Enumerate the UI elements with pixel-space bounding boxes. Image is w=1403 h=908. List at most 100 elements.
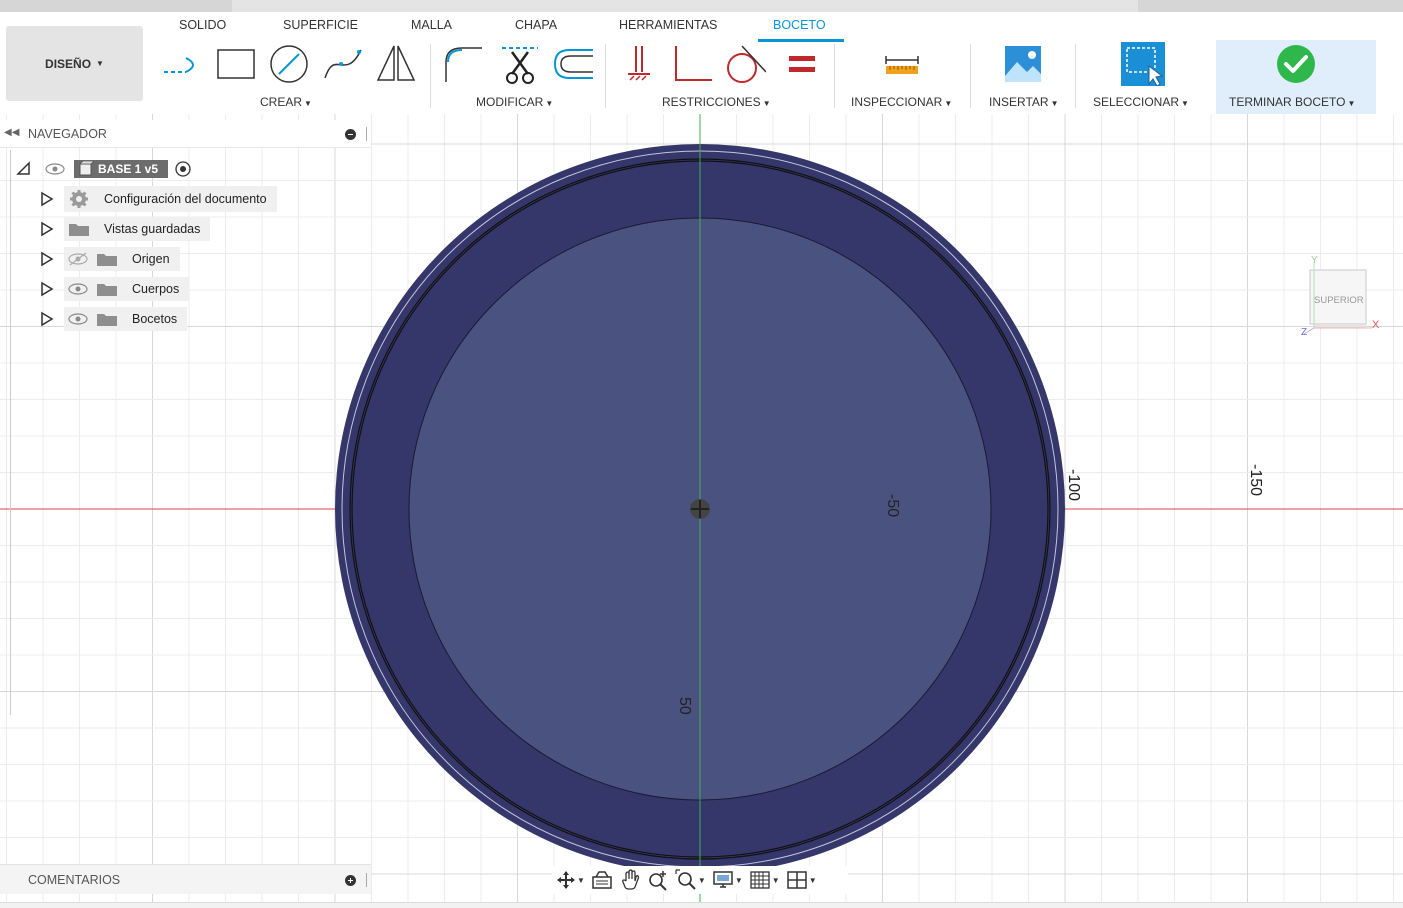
chevron-down-icon: ▼ [808, 875, 817, 885]
sketch-viewport[interactable]: -50 -100 -150 50 SUPERIOR Y X Z [0, 114, 1403, 904]
root-component-label[interactable]: BASE 1 v5 [74, 160, 169, 178]
rectangle-tool[interactable] [214, 42, 258, 86]
comments-panel: COMENTARIOS [0, 864, 371, 894]
mirror-tool[interactable] [374, 42, 418, 86]
trim-icon [502, 47, 538, 84]
pan-button[interactable] [619, 868, 641, 892]
crear-menu[interactable]: CREAR ▼ [260, 95, 312, 109]
eye-icon[interactable] [44, 161, 66, 177]
title-bar-right-controls[interactable] [1138, 0, 1403, 12]
orbit-button[interactable]: ▼ [556, 868, 585, 892]
root-component-name: BASE 1 v5 [98, 162, 159, 176]
trim-tool[interactable] [498, 42, 542, 86]
pan-icon [621, 869, 640, 890]
equal-icon [789, 56, 815, 72]
folder-icon [97, 284, 117, 296]
finish-check-icon [1277, 45, 1315, 83]
comments-title: COMENTARIOS [28, 873, 121, 887]
zoom-button[interactable] [647, 868, 669, 892]
tree-label-vistas[interactable]: Vistas guardadas [64, 217, 211, 241]
expand-triangle-icon[interactable] [40, 221, 54, 237]
insertar-menu[interactable]: INSERTAR ▼ [989, 95, 1059, 109]
select-tool[interactable] [1121, 42, 1165, 86]
panel-grip[interactable] [366, 873, 367, 887]
expand-triangle-icon[interactable] [40, 191, 54, 207]
fit-button[interactable]: ▼ [675, 868, 706, 892]
spline-icon [324, 49, 362, 79]
toolbar-divider [970, 44, 971, 108]
activate-radio-icon[interactable] [174, 160, 192, 178]
collapse-left-icon[interactable]: ◀◀ [4, 127, 19, 138]
panel-grip[interactable] [366, 127, 367, 141]
eye-hidden-icon[interactable] [66, 251, 90, 267]
restricciones-menu[interactable]: RESTRICCIONES ▼ [662, 95, 771, 109]
status-strip [0, 902, 1403, 908]
line-tool[interactable] [160, 42, 204, 86]
display-settings-icon [713, 871, 733, 888]
view-cube[interactable]: SUPERIOR Y X Z [1300, 254, 1390, 344]
fix-icon [628, 46, 650, 81]
title-bar-left-controls[interactable] [0, 0, 232, 12]
tree-item-origen[interactable]: Origen [40, 247, 180, 271]
navigator-collapse-button[interactable] [345, 129, 356, 140]
viewcube-axis-x: X [1372, 319, 1380, 331]
modificar-menu[interactable]: MODIFICAR ▼ [476, 95, 553, 109]
expand-triangle-icon[interactable] [40, 311, 54, 327]
insert-image-tool[interactable] [1001, 42, 1045, 86]
add-comment-button[interactable] [345, 875, 356, 886]
select-icon [1121, 42, 1165, 86]
tree-root-row[interactable]: BASE 1 v5 [16, 157, 192, 181]
insert-image-icon [1005, 46, 1041, 82]
sketch-canvas[interactable]: -50 -100 -150 50 [0, 114, 1403, 904]
tangent-constraint-tool[interactable] [722, 42, 766, 86]
axis-label-minus-150: -150 [1247, 464, 1264, 496]
seleccionar-menu[interactable]: SELECCIONAR ▼ [1093, 95, 1189, 109]
chevron-down-icon: ▼ [304, 99, 312, 108]
fix-constraint-tool[interactable] [618, 42, 662, 86]
fillet-tool[interactable] [442, 42, 486, 86]
grid-settings-button[interactable]: ▼ [749, 868, 780, 892]
design-workspace-dropdown[interactable]: DISEÑO ▼ [6, 26, 143, 101]
circle-icon [270, 45, 308, 83]
fit-icon [675, 869, 696, 890]
folder-icon [69, 224, 89, 236]
offset-icon [553, 49, 593, 79]
navigator-edge [10, 150, 12, 715]
eye-icon[interactable] [66, 311, 90, 327]
circle-tool[interactable] [267, 42, 311, 86]
tree-item-configuracion[interactable]: Configuración del documento [40, 186, 277, 212]
tree-label-cuerpos[interactable]: Cuerpos [64, 277, 190, 301]
spline-tool[interactable] [321, 42, 365, 86]
mirror-icon [376, 45, 416, 81]
viewports-button[interactable]: ▼ [786, 868, 817, 892]
folder-icon [97, 254, 117, 266]
tree-item-cuerpos[interactable]: Cuerpos [40, 277, 190, 301]
perpendicular-constraint-tool[interactable] [670, 42, 714, 86]
measure-tool[interactable] [880, 42, 924, 86]
display-settings-button[interactable]: ▼ [712, 868, 743, 892]
tree-label-bocetos[interactable]: Bocetos [64, 307, 188, 331]
look-at-icon [592, 871, 612, 889]
toolbar-divider [605, 44, 606, 108]
chevron-down-icon: ▼ [577, 875, 585, 885]
title-bar [0, 0, 1403, 12]
tree-label-origen[interactable]: Origen [64, 247, 180, 271]
inspeccionar-menu[interactable]: INSPECCIONAR ▼ [851, 95, 952, 109]
tree-item-vistas[interactable]: Vistas guardadas [40, 217, 211, 241]
look-at-button[interactable] [591, 868, 613, 892]
chevron-down-icon: ▼ [734, 875, 743, 885]
chevron-down-icon: ▼ [1181, 99, 1189, 108]
tree-label-configuracion[interactable]: Configuración del documento [64, 186, 277, 212]
finish-sketch-button[interactable] [1274, 42, 1318, 86]
component-icon [79, 161, 94, 176]
expand-triangle-icon[interactable] [40, 281, 54, 297]
axis-label-50: 50 [676, 697, 693, 715]
collapse-triangle-icon[interactable] [16, 161, 32, 177]
eye-icon[interactable] [66, 281, 90, 297]
zoom-icon [649, 871, 667, 891]
offset-tool[interactable] [551, 42, 595, 86]
equal-constraint-tool[interactable] [779, 42, 823, 86]
terminar-boceto-menu[interactable]: TERMINAR BOCETO ▼ [1229, 95, 1355, 109]
expand-triangle-icon[interactable] [40, 251, 54, 267]
tree-item-bocetos[interactable]: Bocetos [40, 307, 188, 331]
